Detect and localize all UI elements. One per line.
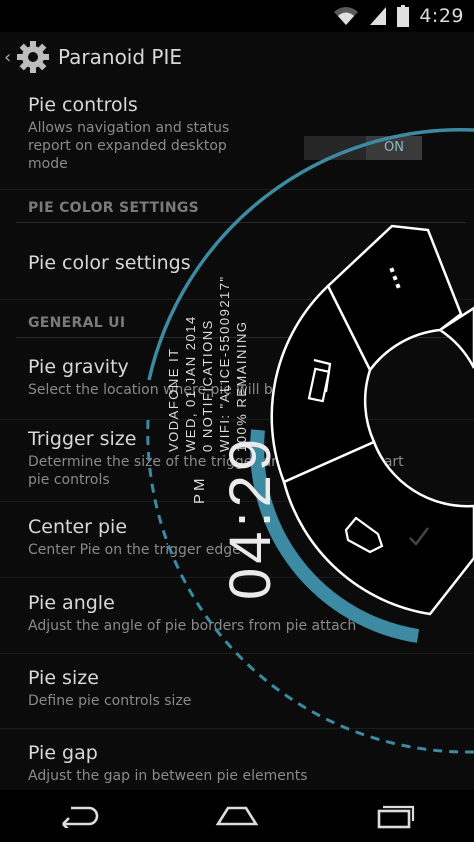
home-nav-icon[interactable] [207, 796, 267, 836]
pref-pie-gap[interactable]: Pie gap Adjust the gap in between pie el… [0, 742, 474, 790]
pref-title: Pie controls [28, 94, 138, 116]
pref-pie-size[interactable]: Pie size Define pie controls size [0, 667, 474, 729]
back-caret-icon[interactable]: ‹ [4, 47, 14, 68]
pie-controls-toggle[interactable]: ON [304, 136, 422, 160]
battery-icon [397, 5, 410, 27]
category-divider [16, 222, 466, 223]
gear-icon[interactable] [16, 40, 50, 74]
category-pie-color: PIE COLOR SETTINGS [28, 200, 200, 216]
pref-summary: Allows navigation and status report on e… [28, 120, 230, 172]
action-bar: ‹ Paranoid PIE [0, 32, 474, 82]
pie-info-line: WED, 01 JAN 2014 [183, 315, 198, 452]
pie-ampm: PM [191, 476, 208, 505]
pref-summary: Define pie controls size [28, 693, 192, 709]
navigation-bar [0, 790, 474, 842]
wifi-icon [333, 6, 359, 26]
status-time: 4:29 [419, 5, 464, 27]
pie-info-line: WIFI: "ALICE-55009217" [217, 275, 232, 452]
pref-summary: Adjust the gap in between pie elements [28, 768, 308, 784]
back-nav-icon[interactable] [49, 796, 109, 836]
category-general-ui: GENERAL UI [28, 315, 126, 331]
status-bar: 4:29 [0, 0, 474, 32]
pie-time: 04:29 [218, 435, 283, 600]
pie-info-line: 0 NOTIFICATIONS [200, 319, 215, 452]
page-title: Paranoid PIE [58, 45, 183, 69]
pref-title: Pie size [28, 667, 99, 689]
pie-info-line: 100% REMAINING [234, 320, 249, 452]
pref-title: Pie gravity [28, 356, 129, 378]
toggle-on-label: ON [366, 136, 422, 160]
recents-nav-icon[interactable] [365, 796, 425, 836]
pref-pie-controls[interactable]: Pie controls Allows navigation and statu… [0, 94, 474, 190]
cell-signal-icon [369, 6, 387, 26]
pie-info-line: VODAFONE IT [166, 347, 181, 452]
